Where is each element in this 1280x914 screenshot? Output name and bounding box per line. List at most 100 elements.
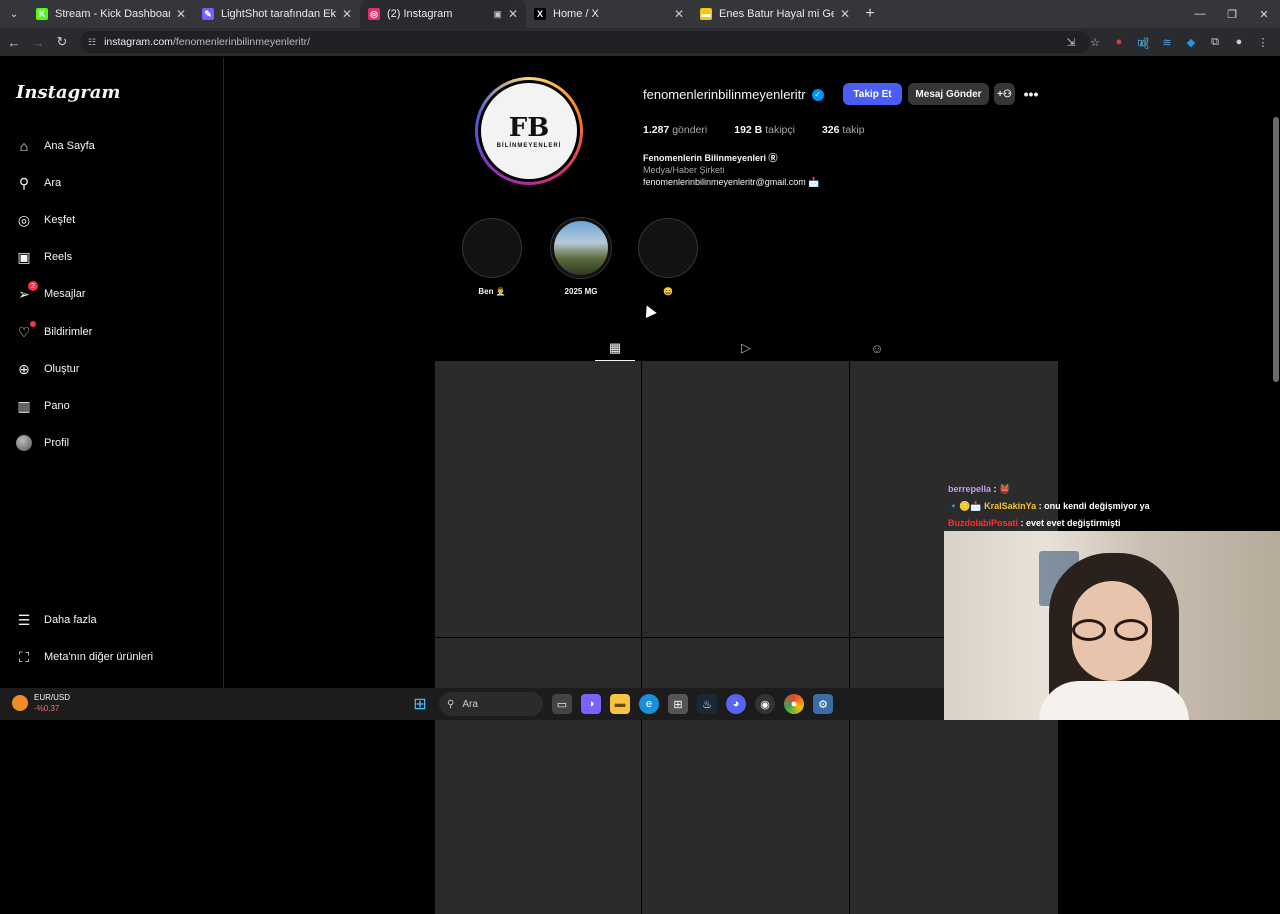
- sidebar-item-label: Mesajlar: [44, 288, 86, 300]
- extension-blue-icon[interactable]: ◆: [1182, 33, 1200, 51]
- browser-tab[interactable]: ◎ (2) Instagram ▣ ✕: [360, 0, 526, 28]
- tab-close-icon[interactable]: ✕: [674, 7, 684, 21]
- tab-close-icon[interactable]: ✕: [342, 7, 352, 21]
- category-label: Medya/Haber Şirketi: [643, 165, 725, 175]
- browser-menu-icon[interactable]: ⋮: [1254, 33, 1272, 51]
- tab-title: (2) Instagram: [387, 8, 453, 20]
- tab-close-icon[interactable]: ✕: [176, 7, 186, 21]
- sidebar-item-pano[interactable]: ▥ Pano: [14, 392, 70, 420]
- highlight-ben[interactable]: Ben 👨‍💼: [462, 218, 522, 296]
- more-menu-item[interactable]: ☰ Daha fazla: [14, 606, 97, 634]
- sidebar-item-keşfet[interactable]: ◎ Keşfet: [14, 206, 75, 234]
- tab-audio-icon[interactable]: ▣: [493, 9, 502, 20]
- post-thumbnail[interactable]: [642, 361, 849, 637]
- message-button[interactable]: Mesaj Gönder: [908, 83, 989, 105]
- back-button[interactable]: ←: [2, 28, 26, 56]
- chat-message: berrepella : 👹: [948, 484, 1011, 494]
- site-info-icon[interactable]: ☷: [88, 37, 96, 48]
- unread-badge: 2: [28, 281, 38, 291]
- browser-tab[interactable]: K Stream - Kick Dashboard ✕: [28, 0, 194, 28]
- sidebar-item-ara[interactable]: ⚲ Ara: [14, 169, 61, 197]
- highlight-2025-mg[interactable]: 2025 MG: [550, 217, 612, 296]
- reels-tab[interactable]: ▷: [726, 335, 766, 361]
- sidebar-item-label: Pano: [44, 400, 70, 412]
- verified-badge-icon: ✓: [811, 88, 824, 101]
- forward-button[interactable]: →: [26, 28, 50, 56]
- tab-search-button[interactable]: ⌄: [0, 0, 28, 28]
- extension-red-icon[interactable]: ●: [1110, 33, 1128, 51]
- home-icon: ⌂: [19, 138, 29, 154]
- sidebar-item-label: Bildirimler: [44, 326, 93, 338]
- windows-taskbar: EUR/USD -%0,37 ⊞ ⚲ Ara ▭ ◑ ▬ e ⊞ ♨ ◕ ◉ ●…: [0, 688, 944, 720]
- install-app-icon[interactable]: ⇲: [1062, 33, 1080, 51]
- sidebar-item-profil[interactable]: Profil: [14, 429, 69, 457]
- follow-button[interactable]: Takip Et: [843, 83, 902, 105]
- display-name: Fenomenlerin Bilinmeyenleri Ⓡ: [643, 153, 778, 163]
- windows-start-icon[interactable]: ⊞: [410, 694, 430, 714]
- post-thumbnail[interactable]: [642, 638, 849, 914]
- edge-icon[interactable]: e: [639, 694, 659, 714]
- instagram-logo[interactable]: Instagram: [16, 82, 120, 103]
- store-icon[interactable]: ⊞: [668, 694, 688, 714]
- minimize-button[interactable]: —: [1184, 0, 1216, 28]
- extension-wave-icon[interactable]: ≋: [1158, 33, 1176, 51]
- highlight-label: 2025 MG: [564, 287, 598, 296]
- meta-products-item[interactable]: ⛶ Meta'nın diğer ürünleri: [14, 643, 153, 671]
- post-thumbnail[interactable]: [435, 638, 641, 914]
- sidebar-item-oluştur[interactable]: ⊕ Oluştur: [14, 355, 79, 383]
- taskbar-search[interactable]: ⚲ Ara: [439, 692, 543, 716]
- address-bar[interactable]: ☷ instagram.com/fenomenlerinbilinmeyenle…: [80, 31, 1090, 53]
- profile-picture[interactable]: FB BİLİNMEYENLERİ: [475, 77, 583, 185]
- reload-button[interactable]: ↻: [50, 28, 74, 56]
- profile-pic-letters: FB: [508, 113, 550, 143]
- post-thumbnail[interactable]: [435, 361, 641, 637]
- tagged-tab[interactable]: ☺: [857, 335, 897, 361]
- task-view-icon[interactable]: ▭: [552, 694, 572, 714]
- dashboard-icon: ▥: [17, 397, 31, 414]
- posts-tab[interactable]: ▦: [595, 335, 635, 361]
- tagged-tab-icon: ☺: [870, 340, 884, 356]
- copilot-icon[interactable]: ◑: [581, 694, 601, 714]
- url-path: /fenomenlerinbilinmeyenleritr/: [172, 36, 311, 48]
- browser-tab[interactable]: ▬ Enes Batur Hayal mi Gerçek Mi ✕: [692, 0, 858, 28]
- close-window-button[interactable]: ✕: [1248, 0, 1280, 28]
- messenger-icon: ➢ 2: [14, 281, 38, 304]
- sidebar: Instagram ⌂ Ana Sayfa ⚲ Ara ◎ Keşfet ▣ Reels ➢ 2 M…: [0, 57, 224, 688]
- page-scrollbar[interactable]: [1273, 117, 1279, 382]
- followers-stat[interactable]: 192 B takipçi: [734, 124, 795, 136]
- browser-tab[interactable]: X Home / X ✕: [526, 0, 692, 28]
- browser-tab[interactable]: ✎ LightShot tarafından Ekran Gör ✕: [194, 0, 360, 28]
- file-explorer-icon[interactable]: ▬: [610, 694, 630, 714]
- bio-email: fenomenlerinbilinmeyenleritr@gmail.com 📩: [643, 177, 820, 187]
- meta-icon: ⛶: [19, 648, 29, 665]
- profile-avatar-icon[interactable]: ●: [1230, 33, 1248, 51]
- tab-close-icon[interactable]: ✕: [508, 7, 518, 21]
- profile-username: fenomenlerinbilinmeyenleritr: [643, 87, 806, 102]
- sidebar-item-label: Reels: [44, 251, 73, 263]
- profile-stats: 1.287 gönderi 192 B takipçi 326 takip: [643, 124, 865, 136]
- sidebar-item-mesajlar[interactable]: ➢ 2 Mesajlar: [14, 280, 86, 308]
- search-icon: ⚲: [18, 174, 30, 191]
- new-tab-button[interactable]: +: [858, 5, 882, 23]
- sidebar-item-label: Keşfet: [44, 214, 76, 226]
- bookmark-star-icon[interactable]: ☆: [1086, 33, 1104, 51]
- sidebar-item-reels[interactable]: ▣ Reels: [14, 243, 72, 271]
- maximize-button[interactable]: ❐: [1216, 0, 1248, 28]
- settings-gear-icon[interactable]: ⚙: [813, 694, 833, 714]
- following-stat[interactable]: 326 takip: [822, 124, 865, 136]
- extensions-puzzle-icon[interactable]: ⧉: [1206, 33, 1224, 51]
- tab-close-icon[interactable]: ✕: [840, 7, 850, 21]
- tab-title: LightShot tarafından Ekran Gör: [221, 8, 336, 20]
- obs-icon[interactable]: ◉: [755, 694, 775, 714]
- sidebar-item-bildirimler[interactable]: ♡ Bildirimler: [14, 318, 92, 346]
- avatar: [14, 433, 34, 453]
- chrome-icon[interactable]: ●: [784, 694, 804, 714]
- highlight-emoji[interactable]: 😄: [638, 218, 698, 296]
- steam-icon[interactable]: ♨: [697, 694, 717, 714]
- discord-icon[interactable]: ◕: [726, 694, 746, 714]
- options-button[interactable]: •••: [1020, 83, 1042, 105]
- extension-translate-icon[interactable]: ㎯: [1134, 33, 1152, 51]
- suggest-user-button[interactable]: +⚇: [994, 83, 1015, 105]
- ticker-widget[interactable]: EUR/USD -%0,37: [12, 692, 70, 714]
- sidebar-item-ana-sayfa[interactable]: ⌂ Ana Sayfa: [14, 132, 95, 160]
